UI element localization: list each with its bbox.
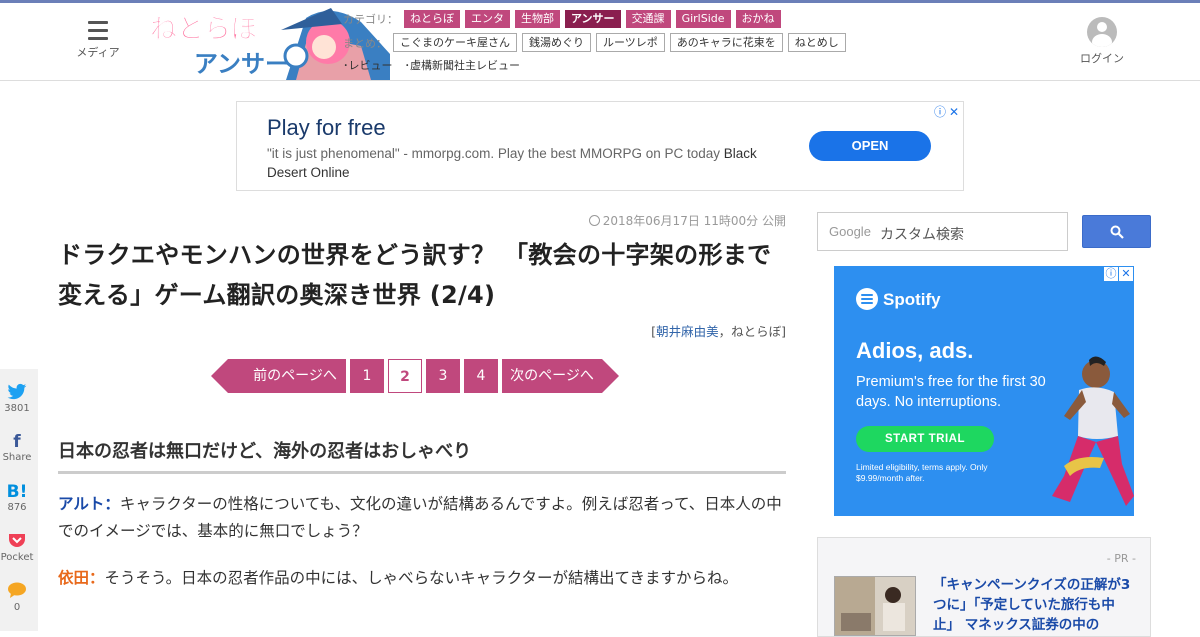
spotify-icon <box>856 288 878 310</box>
page-3-link[interactable]: 3 <box>426 359 460 393</box>
hamburger-icon <box>88 21 108 40</box>
section-heading: 日本の忍者は無口だけど、海外の忍者はおしゃべり <box>58 437 786 474</box>
article: 2018年06月17日 11時00分 公開 ドラクエやモンハンの世界をどう訳す？… <box>58 205 786 587</box>
categories-label: カテゴリ： <box>343 13 398 26</box>
spotify-headline: Adios, ads. <box>856 338 974 363</box>
matome-tag-cake[interactable]: こぐまのケーキ屋さん <box>393 33 517 52</box>
category-enta[interactable]: エンタ <box>465 10 510 28</box>
search-placeholder: カスタム検索 <box>880 227 964 243</box>
author-link[interactable]: 朝井麻由美 <box>656 324 719 339</box>
matome-row: まとめ： こぐまのケーキ屋さん 銭湯めぐり ルーツレポ あのキャラに花束を ねと… <box>343 33 851 52</box>
svg-text:アンサー: アンサー <box>194 50 289 78</box>
search-input[interactable]: Google カスタム検索 <box>817 212 1068 251</box>
matome-label: まとめ： <box>343 36 387 50</box>
hatena-icon: B! <box>6 482 28 502</box>
category-row: カテゴリ： ねとらぼ エンタ 生物部 アンサー 交通課 GirlSide おかね <box>343 10 786 28</box>
svg-text:ねとらぼ: ねとらぼ <box>150 14 259 45</box>
google-brand: Google <box>829 224 871 239</box>
page-1-link[interactable]: 1 <box>350 359 384 393</box>
side-ad-info-icon[interactable]: ⓘ <box>1104 267 1118 281</box>
share-hatena[interactable]: B! 876 <box>0 482 38 513</box>
page-4-link[interactable]: 4 <box>464 359 498 393</box>
matome-tag-roots[interactable]: ルーツレポ <box>596 33 665 52</box>
category-okane[interactable]: おかね <box>735 10 781 28</box>
kyoko-review-link[interactable]: ･虚構新聞社主レビュー <box>405 57 521 73</box>
paragraph-1: アルト：キャラクターの性格についても、文化の違いが結構あるんですよ。例えば忍者っ… <box>58 495 782 540</box>
page-2-current: 2 <box>388 359 422 393</box>
side-ad-close-icon[interactable]: ✕ <box>1119 267 1133 281</box>
article-title: ドラクエやモンハンの世界をどう訳す？ 「教会の十字架の形まで変える」ゲーム翻訳の… <box>58 241 772 309</box>
media-menu-label: メディア <box>76 46 120 59</box>
login-button[interactable]: ログイン <box>1076 17 1128 66</box>
twitter-icon <box>0 383 38 403</box>
share-pocket[interactable]: Pocket <box>0 532 38 563</box>
speaker-yoda: 依田： <box>58 569 105 587</box>
search-button[interactable] <box>1082 215 1151 248</box>
user-avatar-icon <box>1087 17 1117 47</box>
spotify-logo: Spotify <box>856 288 941 310</box>
login-label: ログイン <box>1080 52 1124 65</box>
ad-title[interactable]: Play for free <box>267 115 386 141</box>
facebook-count: Share <box>2 452 32 463</box>
category-seibutsubu[interactable]: 生物部 <box>515 10 560 28</box>
pr-article-link[interactable]: 「キャンペーンクイズの正解が3つに」「予定していた旅行も中止」 マネックス証券の… <box>933 575 1138 635</box>
site-header: メディア ねとらぼ アンサー カテゴリ： ねとらぼ エンタ 生物部 アンサー 交… <box>0 3 1200 81</box>
ad-info-icon[interactable]: ⓘ <box>933 103 947 120</box>
matome-tag-sento[interactable]: 銭湯めぐり <box>522 33 591 52</box>
matome-tag-hanataba[interactable]: あのキャラに花束を <box>669 33 783 52</box>
clock-icon <box>588 215 600 226</box>
spotify-ad[interactable]: ⓘ ✕ Spotify Adios, ads. Premium's free fo… <box>834 266 1134 516</box>
matome-tag-netomeshi[interactable]: ねとめし <box>787 33 846 52</box>
category-nettorabo[interactable]: ねとらぼ <box>404 10 460 28</box>
pr-box: - PR - 「キャンペーンクイズの正解が3つに」「予定していた旅行も中止」 マ… <box>817 537 1151 637</box>
review-link[interactable]: ･レビュー <box>343 57 393 73</box>
share-twitter[interactable]: 3801 <box>0 383 38 414</box>
category-girlside[interactable]: GirlSide <box>675 10 731 28</box>
comment-icon <box>0 582 38 602</box>
publish-date: 2018年06月17日 11時00分 公開 <box>58 212 786 229</box>
share-facebook[interactable]: f Share <box>0 432 38 463</box>
pocket-icon <box>0 532 38 552</box>
hatena-count: 876 <box>7 502 27 513</box>
category-koutsuka[interactable]: 交通課 <box>625 10 671 28</box>
ad-close-icon[interactable]: ✕ <box>947 105 961 119</box>
review-row: ･レビュー ･虚構新聞社主レビュー <box>343 57 532 73</box>
speaker-alt: アルト： <box>58 495 120 513</box>
category-answer[interactable]: アンサー <box>565 10 621 28</box>
facebook-icon: f <box>13 432 21 452</box>
spotify-fine-print: Limited eligibility, terms apply. Only $… <box>856 462 988 483</box>
ad-description: "it is just phenomenal" - mmorpg.com. Pl… <box>267 146 757 180</box>
next-page-button[interactable]: 次のページへ <box>502 359 619 393</box>
pr-thumbnail[interactable] <box>834 576 916 636</box>
search-icon <box>1110 225 1124 239</box>
ad-open-button[interactable]: OPEN <box>809 131 931 161</box>
site-search: Google カスタム検索 <box>817 212 1151 251</box>
byline: [朝井麻由美，ねとらぼ] <box>651 324 786 339</box>
ad-person-image <box>1052 356 1134 506</box>
media-menu-button[interactable]: メディア <box>76 21 120 60</box>
pocket-label: Pocket <box>0 552 34 563</box>
paragraph-2: 依田：そうそう。日本の忍者作品の中には、しゃべらないキャラクターが結構出てきます… <box>58 569 739 587</box>
ad-controls: ⓘ ✕ <box>933 103 961 120</box>
pagination: 前のページへ 1 2 3 4 次のページへ <box>211 359 619 393</box>
spotify-subtext: Premium's free for the first 30 days. No… <box>856 374 1046 410</box>
twitter-count: 3801 <box>4 403 30 414</box>
side-ad-controls: ⓘ ✕ <box>1103 267 1133 281</box>
publisher-name: ねとらぼ <box>731 324 782 339</box>
share-comment[interactable]: 0 <box>0 582 38 613</box>
comment-count: 0 <box>13 602 21 613</box>
prev-page-button[interactable]: 前のページへ <box>211 359 346 393</box>
start-trial-button[interactable]: START TRIAL <box>856 426 994 452</box>
pr-label: - PR - <box>1106 552 1136 565</box>
top-banner-ad[interactable]: ⓘ ✕ Play for free "it is just phenomenal"… <box>236 101 964 191</box>
share-bar: 3801 f Share B! 876 Pocket 0 <box>0 369 38 631</box>
